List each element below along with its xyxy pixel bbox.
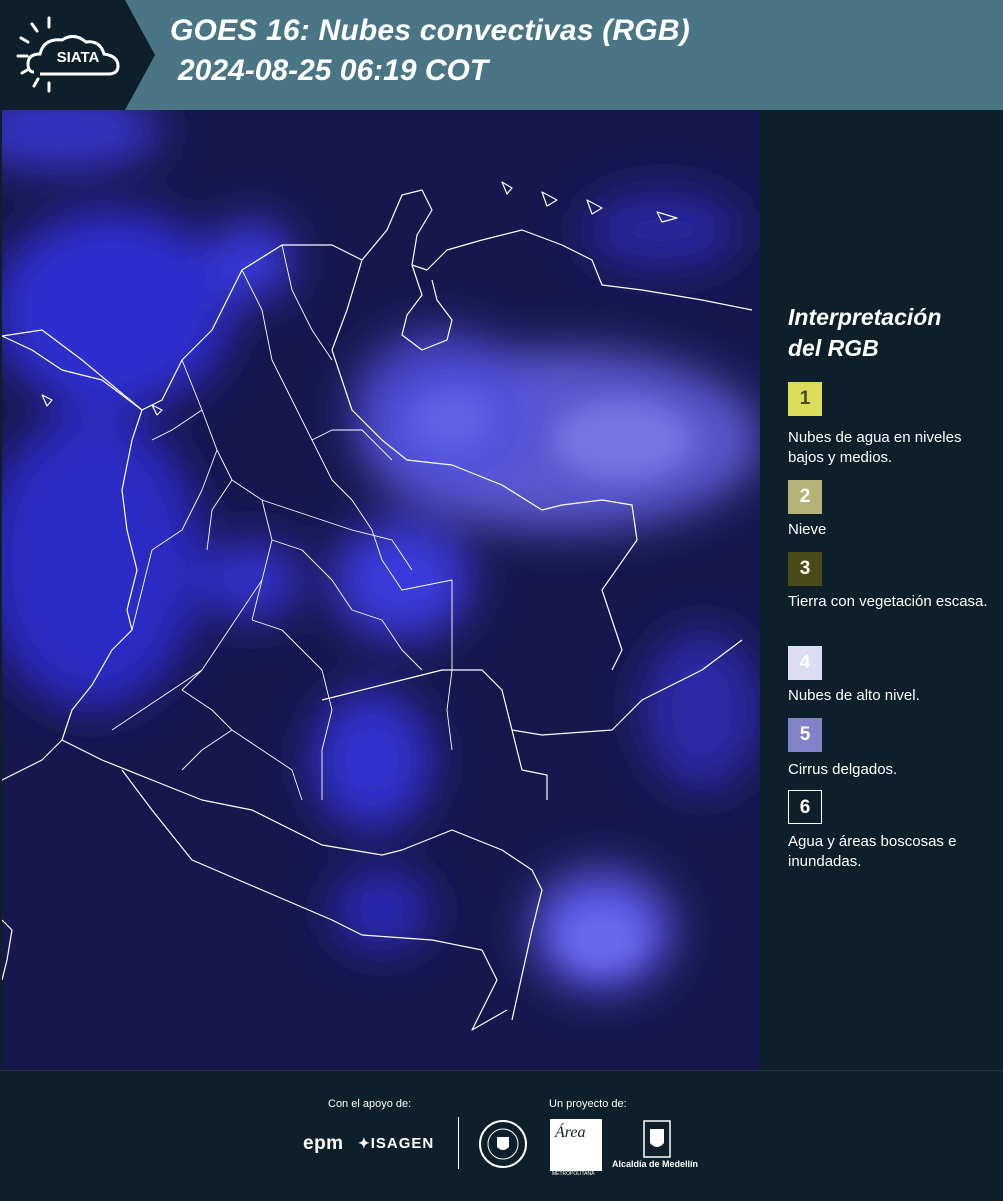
- legend-swatch-3: 3: [788, 552, 822, 586]
- page-title: GOES 16: Nubes convectivas (RGB): [170, 14, 690, 47]
- legend-panel: Interpretación del RGB 1 Nubes de agua en…: [760, 110, 1003, 1070]
- legend-title: Interpretación del RGB: [788, 302, 988, 364]
- alcaldia-shield-icon: [643, 1120, 671, 1158]
- legend-description-4: Nubes de alto nivel.: [788, 687, 920, 704]
- epm-logo: epm: [303, 1133, 344, 1154]
- isagen-mark-icon: ✦: [358, 1135, 371, 1151]
- legend-description-3: Tierra con vegetación escasa.: [788, 593, 988, 610]
- area-metropolitana-sub: METROPOLITANA: [552, 1171, 595, 1177]
- legend-swatch-1: 1: [788, 382, 822, 416]
- legend-description-1: Nubes de agua en niveles bajos y medios.: [788, 429, 962, 466]
- siata-logo: SIATA: [0, 0, 155, 110]
- area-metropolitana-logo: Área: [550, 1119, 602, 1171]
- alcaldia-label: Alcaldía de Medellín: [612, 1159, 699, 1169]
- logo-text: SIATA: [57, 49, 100, 66]
- header-bar: SIATA GOES 16: Nubes convectivas (RGB) 2…: [0, 0, 1003, 110]
- isagen-logo: ✦ISAGEN: [358, 1135, 435, 1152]
- legend-description-5: Cirrus delgados.: [788, 761, 898, 778]
- legend-title-line1: Interpretación: [788, 304, 942, 330]
- legend-swatch-4: 4: [788, 646, 822, 680]
- page-timestamp: 2024-08-25 06:19 COT: [178, 54, 489, 87]
- legend-title-line2: del RGB: [788, 335, 879, 361]
- satellite-map: [2, 110, 760, 1070]
- legend-swatch-5: 5: [788, 718, 822, 752]
- legend-swatch-6: 6: [788, 790, 822, 824]
- legend-swatch-2: 2: [788, 480, 822, 514]
- legend-description-2: Nieve: [788, 521, 827, 538]
- legend-description-6: Agua y áreas boscosas e inundadas.: [788, 833, 957, 870]
- medellin-seal-icon: [479, 1120, 527, 1168]
- project-label: Un proyecto de:: [549, 1098, 627, 1110]
- footer: Con el apoyo de: Un proyecto de: epm ✦IS…: [0, 1070, 1003, 1201]
- support-label: Con el apoyo de:: [328, 1098, 412, 1110]
- footer-divider: [458, 1117, 459, 1169]
